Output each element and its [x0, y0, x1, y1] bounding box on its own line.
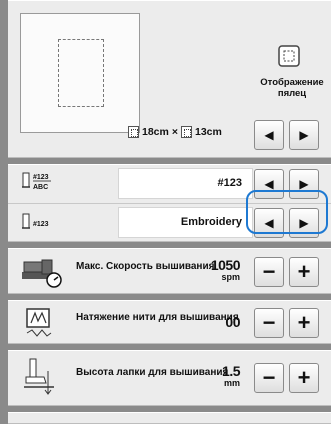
pattern-outline — [58, 39, 104, 107]
hoop-preview — [20, 13, 140, 133]
tension-increase-button[interactable]: + — [289, 308, 319, 338]
foot-height-panel: Высота лапки для вышивания 1.5 mm − + — [8, 350, 331, 406]
thread-color-icon: #123 — [22, 213, 49, 229]
hoop-next-button[interactable]: ▶ — [289, 120, 319, 150]
hoop-prev-button[interactable]: ◀ — [254, 120, 284, 150]
max-speed-label: Макс. Скорость вышивания — [76, 261, 215, 272]
height-frame-icon — [181, 126, 192, 138]
right-triangle-icon: ▶ — [299, 128, 309, 142]
plus-icon: + — [297, 365, 311, 390]
settings-screen: Отображение пялец 18cm × 13cm ◀ ▶ #123 A… — [0, 0, 331, 424]
hoop-icon — [278, 45, 300, 67]
plus-icon: + — [297, 259, 311, 284]
max-speed-unit: spm — [221, 272, 240, 282]
foot-height-value: 1.5 — [222, 363, 240, 379]
foot-height-increase-button[interactable]: + — [289, 363, 319, 393]
speed-decrease-button[interactable]: − — [254, 257, 284, 287]
foot-height-unit: mm — [223, 378, 240, 388]
hoop-height: 13cm — [195, 126, 222, 138]
hoop-size-readout: 18cm × 13cm — [128, 126, 222, 138]
svg-text:#123: #123 — [33, 174, 49, 181]
max-speed-value: 1050 — [210, 257, 241, 273]
thread-number-icon: #123 ABC — [22, 172, 51, 191]
thread-tension-value: 00 — [225, 314, 240, 330]
thread-number-value: #123 — [118, 168, 253, 199]
hoop-display-panel: Отображение пялец 18cm × 13cm ◀ ▶ — [8, 0, 331, 158]
left-triangle-icon: ◀ — [264, 128, 274, 142]
hoop-display-label: Отображение пялец — [260, 77, 324, 99]
hoop-width: 18cm — [142, 126, 169, 138]
tension-icon — [26, 308, 52, 337]
tension-decrease-button[interactable]: − — [254, 308, 284, 338]
left-triangle-icon: ◀ — [264, 177, 274, 191]
minus-icon: − — [262, 365, 276, 390]
svg-text:#123: #123 — [33, 221, 49, 228]
presser-foot-icon — [24, 358, 54, 395]
foot-height-decrease-button[interactable]: − — [254, 363, 284, 393]
max-speed-panel: Макс. Скорость вышивания 1050 spm − + — [8, 248, 331, 294]
thread-tension-panel: Натяжение нити для вышивания 00 − + — [8, 300, 331, 344]
plus-icon: + — [297, 310, 311, 335]
speed-increase-button[interactable]: + — [289, 257, 319, 287]
focus-highlight — [246, 190, 328, 234]
minus-icon: − — [262, 259, 276, 284]
right-triangle-icon: ▶ — [299, 177, 309, 191]
bottom-panel-edge — [8, 412, 331, 424]
thread-color-value: Embroidery — [118, 207, 253, 238]
width-frame-icon — [128, 126, 139, 138]
times-sign: × — [171, 126, 178, 138]
sewing-machine-speed-icon — [22, 259, 62, 288]
svg-text:ABC: ABC — [33, 184, 48, 191]
minus-icon: − — [262, 310, 276, 335]
